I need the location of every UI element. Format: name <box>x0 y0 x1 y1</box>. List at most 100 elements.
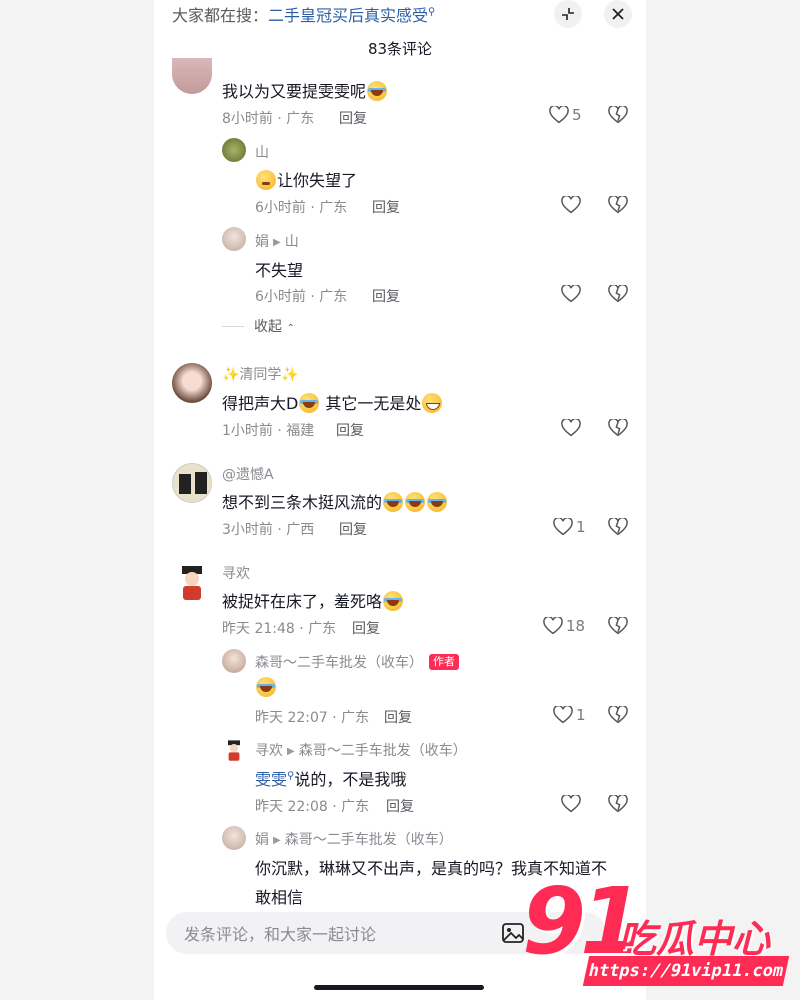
watermark-logo: 91 吃瓜中心 https://91vip11.com <box>516 868 796 998</box>
reply-button[interactable]: 回复 <box>386 796 414 816</box>
avatar[interactable] <box>222 826 246 850</box>
like-button[interactable]: 1 <box>553 518 586 536</box>
comment-text: 想不到三条木挺风流的 <box>222 489 448 513</box>
chevron-up-icon: ⌃ <box>286 323 295 334</box>
reply-arrow-icon: ▶ <box>273 237 281 248</box>
comment-count: 83条评论 <box>367 40 433 58</box>
comment-input[interactable] <box>182 912 486 956</box>
shy-emoji-icon <box>256 170 276 190</box>
like-button[interactable] <box>561 196 581 214</box>
reply-button[interactable]: 回复 <box>384 707 412 727</box>
dislike-icon[interactable] <box>608 617 628 635</box>
reply-button[interactable]: 回复 <box>339 519 367 539</box>
dislike-icon[interactable] <box>608 285 628 303</box>
avatar-cartoon-icon <box>182 566 202 600</box>
commenter-name[interactable]: ✨清同学✨ <box>222 364 299 384</box>
heart-icon <box>553 706 573 724</box>
like-count: 1 <box>576 706 586 724</box>
divider <box>222 326 244 327</box>
comment-text: 我以为又要提雯雯呢 <box>222 78 388 102</box>
reply-button[interactable]: 回复 <box>352 618 380 638</box>
home-indicator <box>314 985 484 990</box>
avatar[interactable] <box>172 562 212 602</box>
close-button[interactable] <box>604 0 632 28</box>
heart-icon <box>561 419 581 437</box>
heart-icon <box>561 285 581 303</box>
avatar[interactable] <box>222 649 246 673</box>
dislike-icon[interactable] <box>608 419 628 437</box>
heart-icon <box>549 106 569 124</box>
comment-time: 昨天 21:48 · 广东 <box>222 621 337 637</box>
close-icon <box>612 8 624 20</box>
avatar[interactable] <box>222 138 246 162</box>
avatar[interactable] <box>222 738 246 762</box>
commenter-name[interactable]: 山 <box>255 142 269 162</box>
crying-laugh-emoji-icon <box>405 492 426 512</box>
like-button[interactable]: 1 <box>553 706 586 724</box>
search-prefix: 大家都在搜： <box>172 6 269 25</box>
watermark-brand: 吃瓜中心 <box>618 917 771 961</box>
comment-time: 6小时前 · 广东 <box>255 200 348 216</box>
avatar[interactable] <box>222 227 246 251</box>
heart-icon <box>543 617 563 635</box>
heart-icon <box>561 795 581 813</box>
dislike-icon[interactable] <box>608 706 628 724</box>
commenter-name[interactable]: 寻欢 <box>222 563 250 583</box>
like-count: 18 <box>566 617 586 635</box>
reply-button[interactable]: 回复 <box>372 197 400 217</box>
search-term[interactable]: 二手皇冠买后真实感受 <box>268 6 428 25</box>
comment-time: 1小时前 · 福建 <box>222 423 315 439</box>
crying-laugh-emoji-icon <box>383 492 404 512</box>
avatar[interactable] <box>172 363 212 403</box>
dislike-icon[interactable] <box>608 795 628 813</box>
heart-icon <box>561 196 581 214</box>
comment-time: 3小时前 · 广西 <box>222 522 315 538</box>
reply-arrow-icon: ▶ <box>273 835 281 846</box>
avatar[interactable] <box>172 463 212 503</box>
comment-text: 得把声大D 其它一无是处 <box>222 390 443 414</box>
like-count: 1 <box>576 518 586 536</box>
crying-laugh-emoji-icon <box>383 591 404 611</box>
search-icon: ⚲ <box>428 6 436 18</box>
commenter-name[interactable]: 森哥～二手车批发（收车） 作者 <box>255 652 459 672</box>
comment-text <box>255 677 277 697</box>
like-button[interactable] <box>561 419 581 437</box>
comment-text: 让你失望了 <box>255 167 357 191</box>
crying-laugh-emoji-icon <box>256 677 276 697</box>
like-button[interactable] <box>561 795 581 813</box>
reply-button[interactable]: 回复 <box>372 286 400 306</box>
dislike-icon[interactable] <box>608 106 628 124</box>
collapse-replies-button[interactable]: 收起 ⌃ <box>222 316 295 336</box>
dislike-icon[interactable] <box>608 196 628 214</box>
author-badge: 作者 <box>429 654 459 670</box>
like-button[interactable]: 18 <box>543 617 585 635</box>
commenter-name[interactable]: @遗憾A <box>222 464 274 484</box>
watermark-url: https://91vip11.com <box>582 956 790 986</box>
reply-button[interactable]: 回复 <box>339 108 367 128</box>
comment-time: 8小时前 · 广东 <box>222 111 315 127</box>
commenter-name[interactable]: 娟 ▶ 森哥～二手车批发（收车） <box>255 829 453 849</box>
dislike-icon[interactable] <box>608 518 628 536</box>
comment-time: 6小时前 · 广东 <box>255 289 348 305</box>
avatar-calligraphy-icon <box>179 472 207 494</box>
grin-emoji-icon <box>422 393 443 413</box>
search-suggestion[interactable]: 大家都在搜：二手皇冠买后真实感受⚲ <box>172 2 435 26</box>
crying-laugh-emoji-icon <box>427 492 448 512</box>
like-button[interactable] <box>561 285 581 303</box>
minimize-icon <box>562 8 574 20</box>
comment-time: 昨天 22:07 · 广东 <box>255 710 370 726</box>
commenter-name[interactable]: 娟 ▶ 山 <box>255 231 299 251</box>
minimize-button[interactable] <box>554 0 582 28</box>
mention-link[interactable]: 雯雯 <box>255 770 287 789</box>
crying-laugh-emoji-icon <box>367 81 388 101</box>
avatar[interactable] <box>172 58 212 94</box>
reply-arrow-icon: ▶ <box>287 746 295 757</box>
comment-text: 雯雯⚲说的，不是我哦 <box>255 770 407 789</box>
comment-text: 不失望 <box>255 261 304 280</box>
comment-time: 昨天 22:08 · 广东 <box>255 799 370 815</box>
commenter-name[interactable]: 寻欢 ▶ 森哥～二手车批发（收车） <box>255 740 467 760</box>
crying-laugh-emoji-icon <box>299 393 320 413</box>
like-button[interactable]: 5 <box>549 106 582 124</box>
like-count: 5 <box>572 106 582 124</box>
reply-button[interactable]: 回复 <box>336 420 364 440</box>
